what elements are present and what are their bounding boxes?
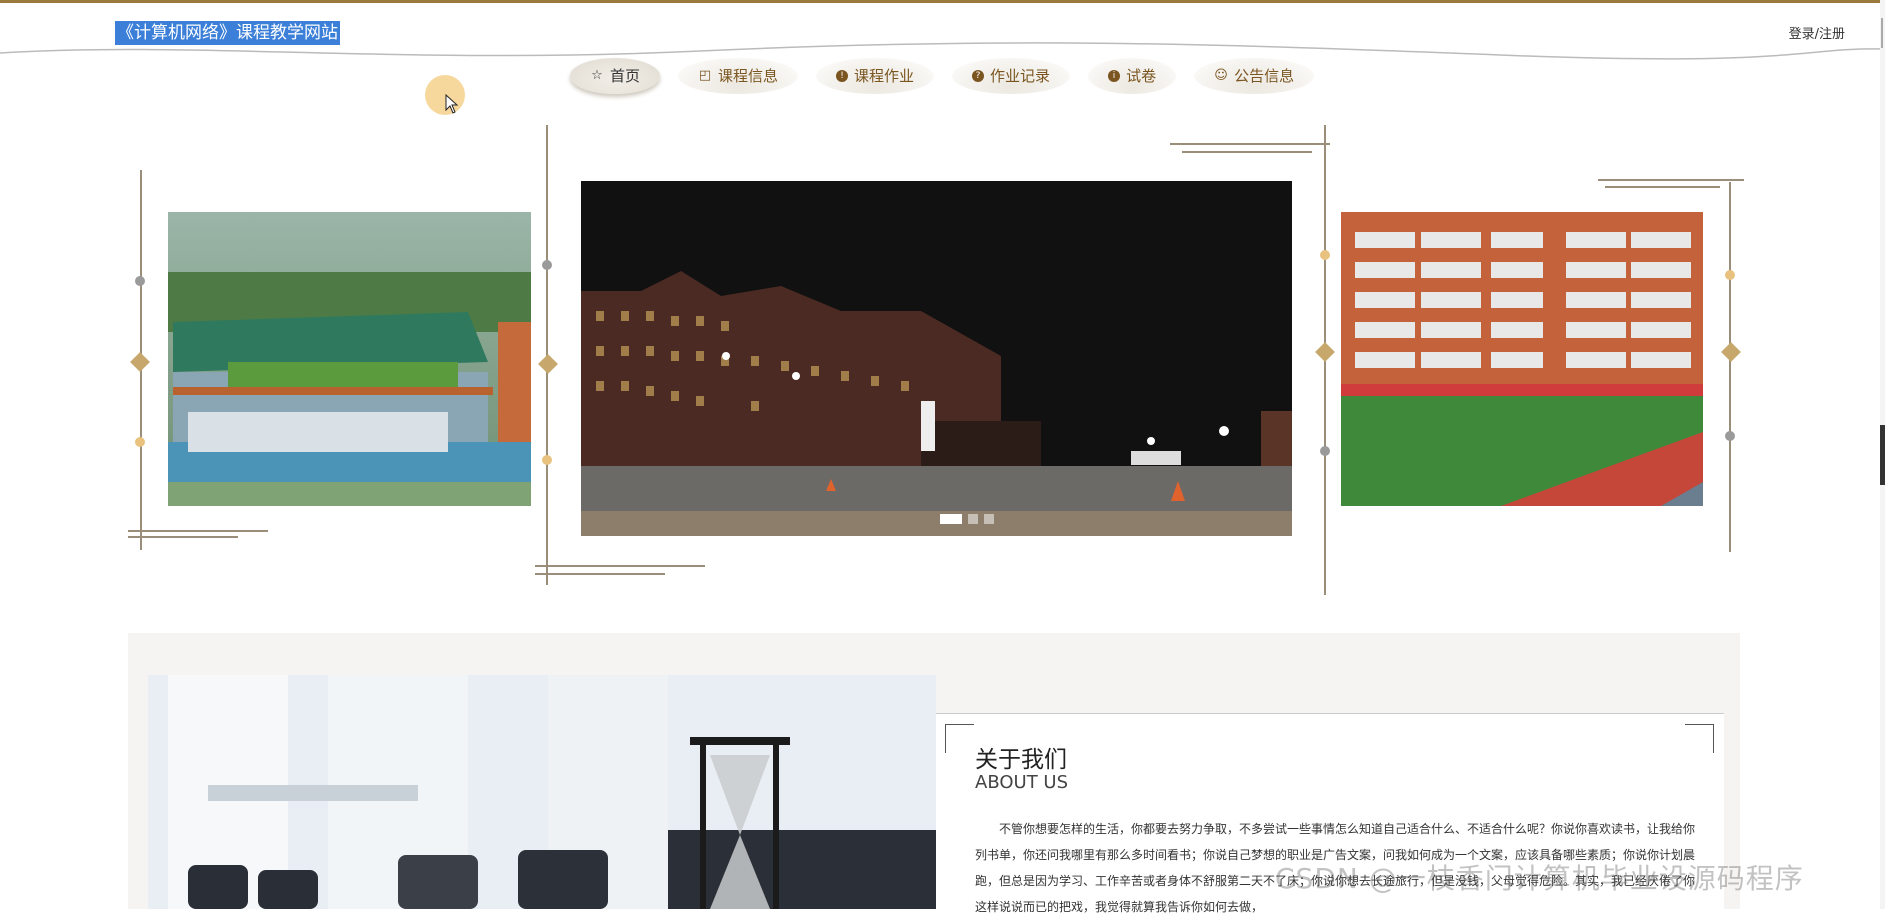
info-dot-icon: i	[1108, 70, 1121, 82]
decor-dot	[135, 437, 145, 447]
decor-dot	[1725, 431, 1735, 441]
scrollbar-top-tick	[1881, 18, 1883, 48]
decor-dot	[542, 260, 552, 270]
frame-line	[1182, 151, 1312, 153]
nav-item-homework-records[interactable]: ? 作业记录	[952, 58, 1071, 94]
frame-line	[1598, 179, 1744, 181]
site-title: 《计算机网络》课程教学网站	[115, 21, 340, 45]
campus-aerial-illustration	[168, 212, 531, 506]
frame-line	[128, 536, 238, 538]
carousel-indicator[interactable]	[940, 514, 962, 524]
about-office-photo	[148, 675, 936, 909]
site-header: 《计算机网络》课程教学网站 登录/注册	[0, 3, 1885, 61]
campus-night-photo[interactable]	[581, 181, 1292, 536]
about-subtitle: ABOUT US	[975, 772, 1069, 793]
nav-item-announcements[interactable]: ☺ 公告信息	[1194, 58, 1315, 94]
teaching-building-photo[interactable]	[1341, 212, 1703, 506]
decor-dot	[1320, 250, 1330, 260]
nav-item-label: 首页	[610, 67, 641, 85]
smile-icon: ☺	[1214, 68, 1228, 83]
scrollbar-thumb[interactable]	[1880, 425, 1885, 485]
frame-line	[1170, 143, 1330, 145]
info-dot-icon: !	[836, 70, 849, 82]
teaching-building-illustration	[1341, 212, 1703, 506]
star-icon: ☆	[591, 68, 603, 83]
carousel-indicator[interactable]	[984, 514, 994, 524]
panel-corner	[945, 724, 974, 753]
frame-line	[535, 573, 665, 575]
about-title: 关于我们	[975, 747, 1067, 773]
decor-dot	[542, 455, 552, 465]
decor-dot	[135, 276, 145, 286]
nav-item-course-homework[interactable]: ! 课程作业	[816, 58, 935, 94]
carousel-indicators	[940, 514, 994, 524]
main-nav: ☆ 首页 ◰ 课程信息 ! 课程作业 ? 作业记录 i 试卷 ☺ 公告信息	[570, 58, 1315, 98]
nav-item-label: 试卷	[1126, 67, 1157, 85]
nav-item-exam[interactable]: i 试卷	[1088, 58, 1177, 94]
decor-diamond	[1315, 342, 1335, 362]
panel-corner	[1685, 724, 1714, 753]
decor-dot	[1320, 446, 1330, 456]
nav-item-label: 作业记录	[990, 67, 1051, 85]
prev-arrow-diamond[interactable]	[130, 352, 150, 372]
nav-item-course-info[interactable]: ◰ 课程信息	[678, 58, 799, 94]
carousel-indicator[interactable]	[968, 514, 978, 524]
next-arrow-diamond[interactable]	[1721, 342, 1741, 362]
decor-dot	[1725, 270, 1735, 280]
nav-item-label: 课程信息	[718, 67, 779, 85]
frame-line	[1605, 186, 1720, 188]
nav-item-label: 课程作业	[854, 67, 915, 85]
page-scrollbar[interactable]	[1880, 0, 1885, 909]
question-dot-icon: ?	[972, 70, 985, 82]
decor-diamond	[538, 354, 558, 374]
login-register-link[interactable]: 登录/注册	[1789, 23, 1845, 42]
csdn-watermark: CSDN @一枝香门计算机毕业设源码程序	[1275, 862, 1804, 895]
campus-night-illustration	[581, 181, 1292, 536]
frame-line	[128, 530, 268, 532]
bag-icon: ◰	[698, 68, 712, 83]
mouse-cursor-icon	[445, 94, 459, 114]
office-hourglass-illustration	[148, 675, 936, 909]
frame-line	[1729, 182, 1731, 552]
campus-aerial-photo[interactable]	[168, 212, 531, 506]
nav-item-label: 公告信息	[1234, 67, 1295, 85]
frame-line	[535, 565, 705, 567]
nav-item-home[interactable]: ☆ 首页	[570, 58, 661, 94]
